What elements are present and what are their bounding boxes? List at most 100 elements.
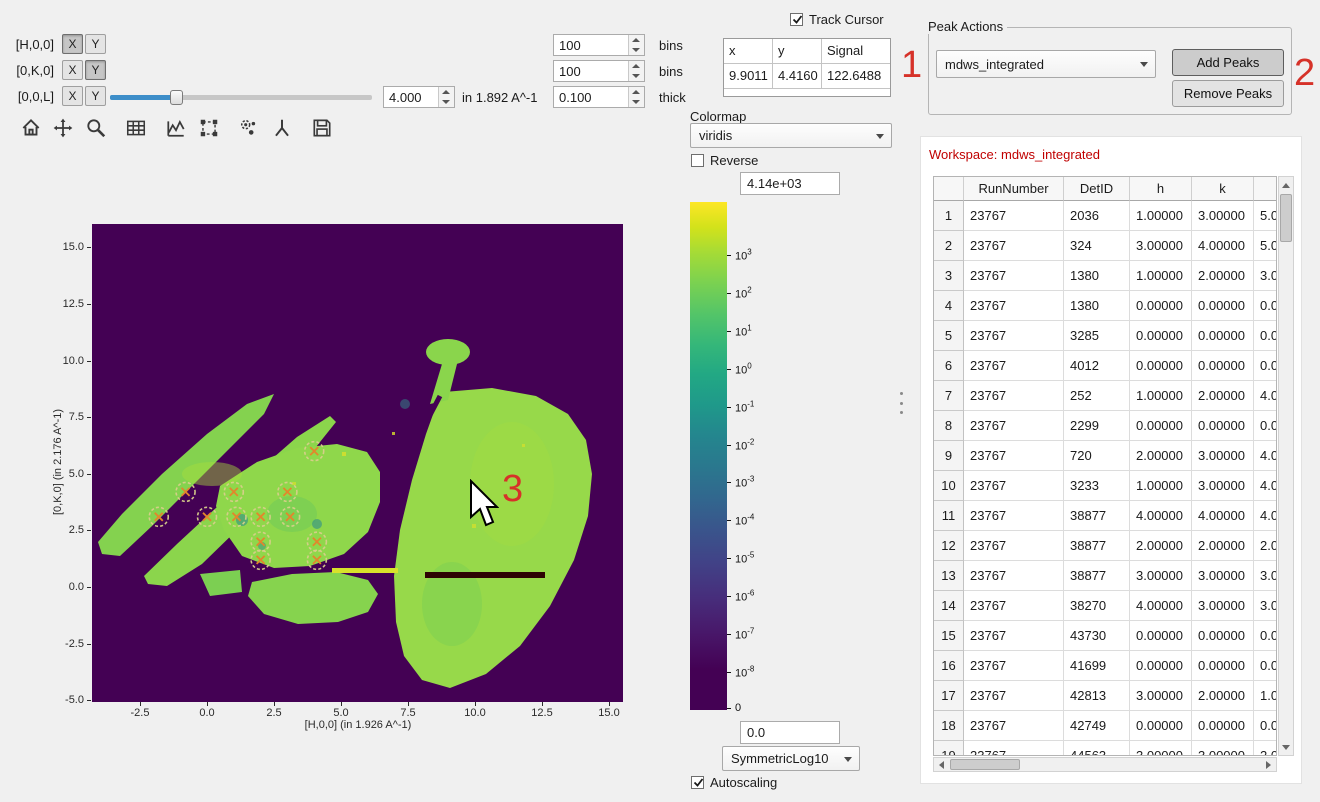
remove-peaks-button[interactable]: Remove Peaks	[1172, 80, 1284, 107]
x-tick-mark	[207, 702, 208, 706]
column-header[interactable]: k	[1192, 177, 1254, 201]
run-number-cell: 23767	[964, 381, 1064, 411]
row-number-cell: 10	[934, 471, 964, 501]
run-number-cell: 23767	[964, 441, 1064, 471]
save-icon[interactable]	[309, 116, 335, 142]
peaks-workspace-selector[interactable]: mdws_integrated	[936, 50, 1156, 78]
scroll-right-icon[interactable]	[1261, 759, 1275, 773]
spinner-arrows[interactable]	[628, 61, 644, 81]
vertical-scrollbar[interactable]	[1278, 176, 1294, 756]
dim-00l-y-button[interactable]: Y	[85, 86, 106, 106]
h-cell: 3.00000	[1130, 561, 1192, 591]
colorbar-max-input[interactable]: 4.14e+03	[740, 172, 840, 195]
table-row[interactable]: 11 23767 38877 4.00000 4.00000 4.0	[934, 501, 1276, 531]
zoom-icon[interactable]	[83, 116, 109, 142]
slider-handle[interactable]	[170, 90, 183, 105]
splitter-handle[interactable]	[900, 392, 904, 414]
thickness-spinbox[interactable]: 0.100	[553, 86, 645, 108]
line-plots-icon[interactable]	[163, 116, 189, 142]
l-cell: 0.0	[1254, 621, 1277, 651]
y-tick-mark	[87, 700, 91, 701]
add-peaks-button[interactable]: Add Peaks	[1172, 49, 1284, 76]
region-selection-icon[interactable]	[196, 116, 222, 142]
run-number-cell: 23767	[964, 261, 1064, 291]
table-row[interactable]: 19 23767 44563 3.00000 3.00000 2.0	[934, 741, 1276, 756]
table-row[interactable]: 13 23767 38877 3.00000 3.00000 3.0	[934, 561, 1276, 591]
table-row[interactable]: 4 23767 1380 0.00000 0.00000 0.0	[934, 291, 1276, 321]
table-row[interactable]: 12 23767 38877 2.00000 2.00000 2.0	[934, 531, 1276, 561]
x-tick-label: 15.0	[598, 707, 619, 719]
reverse-row: Reverse	[691, 153, 758, 168]
table-row[interactable]: 9 23767 720 2.00000 3.00000 4.0	[934, 441, 1276, 471]
slice-value-spinbox[interactable]: 4.000	[383, 86, 455, 108]
column-header[interactable]	[934, 177, 964, 201]
spinner-arrows[interactable]	[438, 87, 454, 107]
table-row[interactable]: 15 23767 43730 0.00000 0.00000 0.0	[934, 621, 1276, 651]
table-row[interactable]: 18 23767 42749 0.00000 0.00000 0.0	[934, 711, 1276, 741]
scroll-up-icon[interactable]	[1279, 178, 1293, 192]
column-header[interactable]: RunNumber	[964, 177, 1064, 201]
table-row[interactable]: 8 23767 2299 0.00000 0.00000 0.0	[934, 411, 1276, 441]
peak-actions-title: Peak Actions	[928, 19, 1007, 34]
l-cell: 4.0	[1254, 501, 1277, 531]
dim-h00-x-button[interactable]: X	[62, 34, 83, 54]
y-tick-label: -2.5	[38, 638, 84, 650]
horizontal-scrollbar[interactable]	[933, 757, 1277, 772]
k-cell: 2.00000	[1192, 381, 1254, 411]
heatmap-canvas[interactable]	[92, 224, 623, 702]
table-row[interactable]: 6 23767 4012 0.00000 0.00000 0.0	[934, 351, 1276, 381]
non-orthogonal-axes-icon[interactable]	[269, 116, 295, 142]
bins-x-spinbox[interactable]: 100	[553, 34, 645, 56]
colorbar-tick-label: 100	[735, 362, 752, 377]
spinner-arrows[interactable]	[628, 87, 644, 107]
k-cell: 0.00000	[1192, 621, 1254, 651]
slice-slider[interactable]	[110, 87, 372, 107]
scroll-left-icon[interactable]	[935, 759, 949, 773]
dim-row-h00: [H,0,0] X Y	[8, 34, 106, 54]
l-cell: 0.0	[1254, 651, 1277, 681]
table-row[interactable]: 1 23767 2036 1.00000 3.00000 5.0	[934, 201, 1276, 231]
horizontal-scrollbar-thumb[interactable]	[950, 759, 1020, 770]
table-row[interactable]: 2 23767 324 3.00000 4.00000 5.0	[934, 231, 1276, 261]
colorbar-min-input[interactable]: 0.0	[740, 721, 840, 744]
table-row[interactable]: 16 23767 41699 0.00000 0.00000 0.0	[934, 651, 1276, 681]
y-tick-label: 12.5	[38, 298, 84, 310]
column-header[interactable]: h	[1130, 177, 1192, 201]
row-number-cell: 7	[934, 381, 964, 411]
grid-icon[interactable]	[123, 116, 149, 142]
colorbar-tick-mark	[727, 293, 731, 294]
track-cursor-checkbox[interactable]	[790, 13, 803, 26]
detid-cell: 38877	[1064, 501, 1130, 531]
vertical-scrollbar-thumb[interactable]	[1280, 194, 1292, 242]
dim-h00-y-button[interactable]: Y	[85, 34, 106, 54]
detid-cell: 324	[1064, 231, 1130, 261]
pan-icon[interactable]	[50, 116, 76, 142]
spinner-arrows[interactable]	[628, 35, 644, 55]
colorbar-tick-label: 10-2	[735, 438, 754, 453]
column-header[interactable]	[1254, 177, 1277, 201]
reverse-checkbox[interactable]	[691, 154, 704, 167]
k-cell: 3.00000	[1192, 741, 1254, 756]
row-number-cell: 3	[934, 261, 964, 291]
y-tick-label: 0.0	[38, 581, 84, 593]
column-header[interactable]: DetID	[1064, 177, 1130, 201]
table-row[interactable]: 10 23767 3233 1.00000 3.00000 4.0	[934, 471, 1276, 501]
home-icon[interactable]	[18, 116, 44, 142]
dim-00l-x-button[interactable]: X	[62, 86, 83, 106]
dim-label-0k0: [0,K,0]	[8, 63, 54, 78]
colormap-select[interactable]: viridis	[690, 123, 892, 148]
dim-0k0-x-button[interactable]: X	[62, 60, 83, 80]
bins-y-spinbox[interactable]: 100	[553, 60, 645, 82]
dim-0k0-y-button[interactable]: Y	[85, 60, 106, 80]
table-row[interactable]: 5 23767 3285 0.00000 0.00000 0.0	[934, 321, 1276, 351]
table-row[interactable]: 3 23767 1380 1.00000 2.00000 3.0	[934, 261, 1276, 291]
scroll-down-icon[interactable]	[1279, 740, 1293, 754]
peaks-overlay-icon[interactable]	[236, 116, 262, 142]
autoscaling-checkbox[interactable]	[691, 776, 704, 789]
table-row[interactable]: 17 23767 42813 3.00000 2.00000 1.0	[934, 681, 1276, 711]
table-row[interactable]: 14 23767 38270 4.00000 3.00000 3.0	[934, 591, 1276, 621]
scale-select[interactable]: SymmetricLog10	[722, 746, 860, 771]
table-row[interactable]: 7 23767 252 1.00000 2.00000 4.0	[934, 381, 1276, 411]
bins-x-value: 100	[554, 38, 628, 53]
k-cell: 3.00000	[1192, 441, 1254, 471]
